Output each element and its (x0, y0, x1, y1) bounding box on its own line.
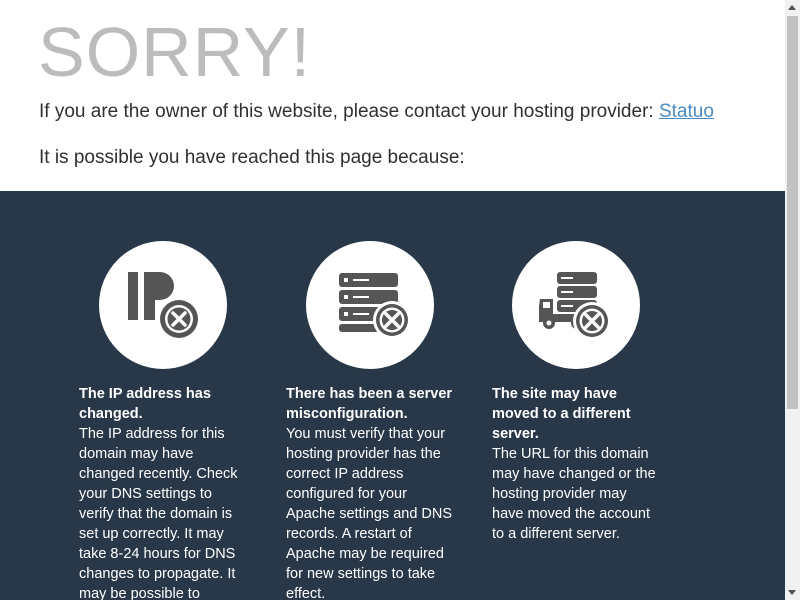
reason-description: You must verify that your hosting provid… (286, 426, 453, 600)
reason-icon-circle (512, 241, 640, 369)
reason-icon-circle (306, 241, 434, 369)
reason-icon-circle (99, 241, 227, 369)
reason-description: The IP address for this domain may have … (79, 426, 238, 600)
scrollbar-thumb[interactable] (787, 16, 798, 409)
reason-title: There has been a server misconfiguration… (286, 384, 454, 600)
ip-address-error-icon (128, 272, 198, 338)
scroll-up-icon[interactable] (788, 5, 796, 10)
scroll-down-icon[interactable] (788, 590, 796, 595)
vertical-scrollbar[interactable] (785, 0, 800, 600)
owner-contact-label: If you are the owner of this website, pl… (39, 101, 659, 122)
reason-title: The site may have moved to a different s… (492, 384, 660, 544)
owner-contact-text: If you are the owner of this website, pl… (39, 100, 714, 124)
reasons-section: The IP address has changed. The IP addres… (0, 191, 785, 600)
reason-title: The IP address has changed. The IP addres… (79, 384, 247, 600)
page-viewport: SORRY! If you are the owner of this webs… (0, 0, 785, 600)
provider-link[interactable]: Statuo (659, 101, 714, 122)
page-title: SORRY! (38, 13, 312, 91)
server-error-icon (339, 273, 411, 339)
reason-intro-text: It is possible you have reached this pag… (39, 147, 465, 168)
reason-description: The URL for this domain may have changed… (492, 446, 656, 542)
header-section: SORRY! If you are the owner of this webs… (0, 0, 785, 191)
server-moved-icon (539, 272, 611, 340)
